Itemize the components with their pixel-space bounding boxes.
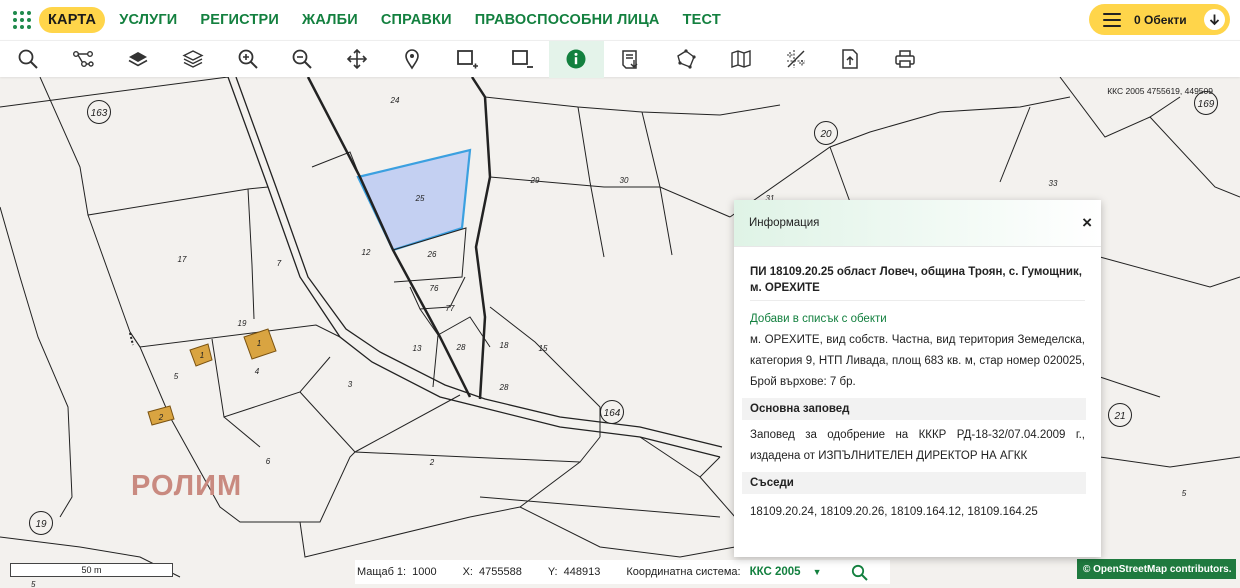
- parcel-label: 26: [427, 250, 437, 259]
- nav-item-map[interactable]: КАРТА: [39, 7, 106, 33]
- map-coordinates: ККС 2005 4755619, 449509: [1107, 86, 1213, 96]
- info-panel-title: Информация: [749, 217, 820, 229]
- parcel-label: 7: [277, 259, 282, 268]
- watermark: РОЛИМ: [131, 470, 243, 502]
- neighbors-list: 18109.20.24, 18109.20.26, 18109.164.12, …: [750, 506, 1038, 518]
- rect-select-remove-icon[interactable]: [494, 41, 549, 78]
- document-icon[interactable]: [604, 41, 659, 78]
- marker-icon[interactable]: [385, 41, 440, 78]
- scale-value: 1000: [412, 566, 437, 578]
- circle-label: 19: [35, 519, 47, 530]
- circle-label: 164: [604, 408, 621, 419]
- top-navigation: КАРТА УСЛУГИ РЕГИСТРИ ЖАЛБИ СПРАВКИ ПРАВ…: [0, 0, 1240, 40]
- arrow-down-icon: [1204, 9, 1225, 30]
- info-panel-header: Информация ×: [734, 200, 1101, 247]
- info-panel: Информация × ПИ 18109.20.25 област Ловеч…: [734, 200, 1101, 557]
- parcel-label: 3: [348, 380, 353, 389]
- menu-icon: [1103, 12, 1121, 27]
- coordinate-search-icon[interactable]: [851, 564, 869, 581]
- order-heading: Основна заповед: [742, 398, 1086, 420]
- circle-label: 169: [1198, 99, 1215, 110]
- close-icon[interactable]: ×: [1082, 213, 1092, 233]
- layers-icon[interactable]: [111, 41, 166, 78]
- polygon-icon[interactable]: [659, 41, 714, 78]
- parcel-title: ПИ 18109.20.25 област Ловеч, община Троя…: [750, 264, 1085, 301]
- pan-icon[interactable]: [330, 41, 385, 78]
- objects-button[interactable]: 0 Обекти: [1089, 4, 1230, 35]
- circle-label: 20: [819, 129, 832, 140]
- search-icon[interactable]: [1, 41, 56, 78]
- route-icon[interactable]: [56, 41, 111, 78]
- parcel-label: 33: [1049, 179, 1058, 188]
- nav-item-licensed-persons[interactable]: ПРАВОСПОСОБНИ ЛИЦА: [475, 12, 660, 28]
- parcel-label: 30: [620, 176, 629, 185]
- parcel-label: 17: [178, 255, 187, 264]
- nav-item-reports[interactable]: СПРАВКИ: [381, 12, 452, 28]
- map-toolbar: [0, 40, 1240, 78]
- info-icon[interactable]: [548, 40, 604, 78]
- parcel-label: 5: [174, 372, 179, 381]
- y-value: 448913: [563, 566, 601, 578]
- zoom-out-icon[interactable]: [275, 41, 330, 78]
- parcel-label: 15: [539, 344, 548, 353]
- export-icon[interactable]: [823, 41, 878, 78]
- print-icon[interactable]: [878, 41, 933, 78]
- parcel-label: 5: [1182, 489, 1187, 498]
- parcel-label: 13: [413, 344, 422, 353]
- apps-grid-icon[interactable]: [11, 9, 33, 31]
- circle-label: 163: [91, 108, 108, 119]
- scale-label: Мащаб 1:: [357, 566, 407, 578]
- parcel-label: 12: [362, 248, 371, 257]
- map-icon[interactable]: [713, 41, 768, 78]
- circle-label: 21: [1113, 411, 1125, 422]
- parcel-label: 28: [456, 343, 466, 352]
- parcel-label: 25: [415, 194, 425, 203]
- parcel-label: 2: [429, 458, 435, 467]
- scale-bar: 50 m: [10, 563, 173, 577]
- parcel-label: 24: [390, 96, 400, 105]
- parcel-label: 6: [266, 457, 271, 466]
- osm-attribution[interactable]: © OpenStreetMap contributors.: [1077, 559, 1236, 579]
- parcel-label: 1: [200, 351, 204, 360]
- rect-select-add-icon[interactable]: [439, 41, 494, 78]
- layers-outline-icon[interactable]: [165, 41, 220, 78]
- parcel-label: 76: [430, 284, 439, 293]
- parcel-label: 29: [530, 176, 540, 185]
- parcel-label: 77: [446, 304, 455, 313]
- caret-down-icon[interactable]: ▼: [813, 567, 822, 577]
- parcel-label: 28: [499, 383, 509, 392]
- parcel-description: м. ОРЕХИТЕ, вид собств. Частна, вид тери…: [750, 334, 1085, 388]
- measure-icon[interactable]: [768, 41, 823, 78]
- parcel-label: 2: [158, 413, 164, 422]
- nav-item-registers[interactable]: РЕГИСТРИ: [200, 12, 279, 28]
- add-to-list-link[interactable]: Добави в списък с обекти: [750, 313, 1085, 325]
- crs-label: Координатна система:: [626, 566, 741, 578]
- parcel-label: 1: [257, 339, 261, 348]
- x-label: X:: [462, 566, 473, 578]
- y-label: Y:: [547, 566, 558, 578]
- parcel-label: 19: [238, 319, 247, 328]
- nav-item-test[interactable]: ТЕСТ: [683, 12, 721, 28]
- nav-item-services[interactable]: УСЛУГИ: [119, 12, 177, 28]
- crs-select[interactable]: ККС 2005: [750, 566, 801, 578]
- parcel-label: 18: [500, 341, 509, 350]
- x-value: 4755588: [479, 566, 522, 578]
- zoom-in-icon[interactable]: [220, 41, 275, 78]
- parcel-label: 4: [255, 367, 260, 376]
- order-text: Заповед за одобрение на КККР РД-18-32/07…: [750, 429, 1085, 462]
- status-bar: Мащаб 1: 1000 X: 4755588 Y: 448913 Коорд…: [355, 560, 890, 584]
- objects-count-label: 0 Обекти: [1134, 12, 1187, 27]
- scale-bar-unit: 5: [31, 580, 36, 588]
- neighbors-heading: Съседи: [742, 472, 1086, 494]
- nav-item-complaints[interactable]: ЖАЛБИ: [302, 12, 358, 28]
